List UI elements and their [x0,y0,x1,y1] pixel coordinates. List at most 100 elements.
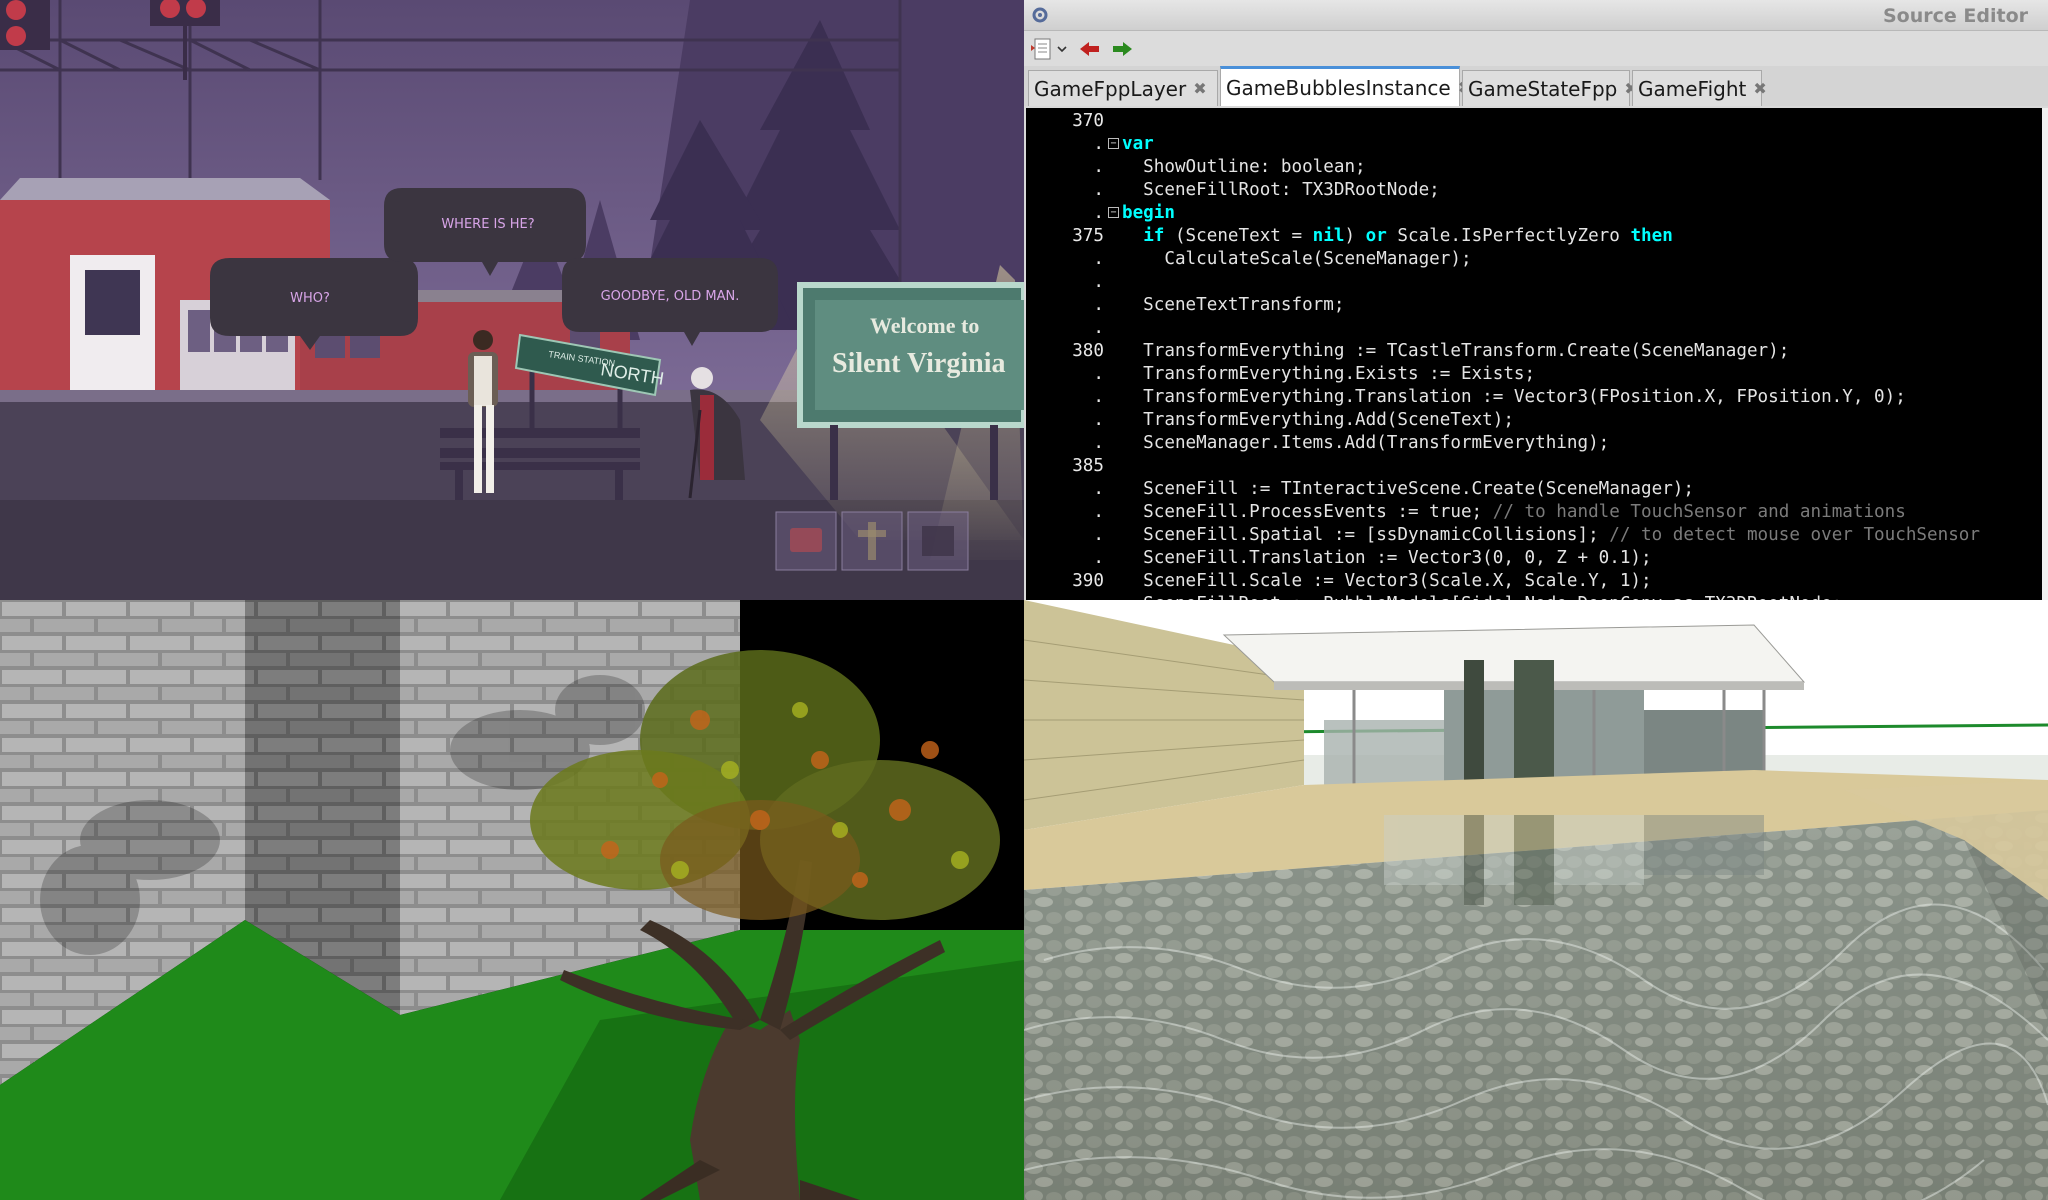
close-icon[interactable]: ✖ [1753,79,1766,98]
code-token: SceneFill.ProcessEvents := true; [1122,502,1493,522]
line-number: . [1093,157,1104,177]
code-line[interactable]: . SceneFill.ProcessEvents := true; // to… [1026,501,2026,524]
back-arrow-icon[interactable] [1076,35,1104,63]
editor-tab-bar: GameFppLayer ✖ GameBubblesInstance ✖ Gam… [1024,66,2048,106]
code-text: SceneManager.Items.Add(TransformEverythi… [1122,432,1609,455]
tab-label: GameFppLayer [1034,76,1187,101]
line-number: . [1093,318,1104,338]
code-line[interactable]: . SceneFill.Translation := Vector3(0, 0,… [1026,547,2026,570]
code-token: SceneFill := TInteractiveScene.Create(Sc… [1122,479,1694,499]
window-title: Source Editor [1883,5,2028,27]
code-line[interactable]: 375 if (SceneText = nil) or Scale.IsPerf… [1026,225,2026,248]
line-number: . [1093,433,1104,453]
billboard-line2: Silent Virginia [832,348,1005,379]
code-editor[interactable]: 370. − var. ShowOutline: boolean;. SceneFi… [1026,108,2048,600]
source-editor-window: Source Editor GameFppLayer ✖ GameBubbles… [1024,0,2048,600]
code-token: SceneFill.Scale := Vector3(Scale.X, Scal… [1122,571,1652,591]
bubble-where-text: WHERE IS HE? [441,217,534,232]
code-token: SceneFillRoot: TX3DRootNode; [1122,180,1440,200]
code-text: CalculateScale(SceneManager); [1122,248,1472,271]
vertical-scrollbar[interactable] [2042,108,2048,600]
code-text: if (SceneText = nil) or Scale.IsPerfectl… [1122,225,1673,248]
code-line[interactable]: . SceneFillRoot: TX3DRootNode; [1026,179,2026,202]
line-number: . [1093,203,1104,223]
code-text: SceneFillRoot := BubbleModels[Side].Node… [1122,593,1842,600]
code-line[interactable]: 385 [1026,455,2026,478]
bubble-goodbye-text: GOODBYE, OLD MAN. [601,289,740,304]
code-line[interactable]: . SceneTextTransform; [1026,294,2026,317]
code-line[interactable]: . TransformEverything.Translation := Vec… [1026,386,2026,409]
code-line[interactable]: 370 [1026,110,2026,133]
code-line[interactable]: . SceneFill.Spatial := [ssDynamicCollisi… [1026,524,2026,547]
code-line[interactable]: . [1026,271,2026,294]
editor-toolbar [1024,31,2048,67]
fold-toggle-icon[interactable]: − [1108,207,1119,218]
code-token: TransformEverything := TCastleTransform.… [1122,341,1790,361]
code-text: TransformEverything.Translation := Vecto… [1122,386,1906,409]
code-token: CalculateScale(SceneManager); [1122,249,1472,269]
close-icon[interactable]: ✖ [1193,79,1206,98]
forward-arrow-icon[interactable] [1108,35,1136,63]
code-token: Scale.IsPerfectlyZero [1386,226,1631,246]
pool-pavilion-scene [1024,600,2048,1200]
code-text: TransformEverything.Exists := Exists; [1122,363,1535,386]
code-line[interactable]: . TransformEverything.Add(SceneText); [1026,409,2026,432]
line-number: . [1093,525,1104,545]
document-list-icon[interactable] [1028,35,1056,63]
line-number: . [1093,180,1104,200]
code-line[interactable]: . ShowOutline: boolean; [1026,156,2026,179]
code-line[interactable]: . [1026,317,2026,340]
code-text: var [1122,133,1154,156]
code-line[interactable]: 390 SceneFill.Scale := Vector3(Scale.X, … [1026,570,2026,593]
code-text: begin [1122,202,1175,225]
adventure-game-screenshot: TRAIN STATION NORTH Welcome to Silent Vi… [0,0,1024,600]
code-keyword: then [1630,226,1673,246]
bubble-who-text: WHO? [290,291,330,306]
code-line[interactable]: . CalculateScale(SceneManager); [1026,248,2026,271]
tab-gamefpplayer[interactable]: GameFppLayer ✖ [1028,70,1218,106]
code-token: SceneFill.Spatial := [ssDynamicCollision… [1122,525,1610,545]
code-text: SceneFill.Scale := Vector3(Scale.X, Scal… [1122,570,1652,593]
code-line[interactable]: . SceneManager.Items.Add(TransformEveryt… [1026,432,2026,455]
code-token: TransformEverything.Translation := Vecto… [1122,387,1906,407]
line-number: 385 [1072,456,1104,476]
code-keyword: if [1143,226,1165,246]
code-token: SceneFill.Translation := Vector3(0, 0, Z… [1122,548,1652,568]
fold-toggle-icon[interactable]: − [1108,138,1119,149]
line-number: . [1093,502,1104,522]
tab-label: GameStateFpp [1468,76,1618,101]
adventure-game-scene: TRAIN STATION NORTH Welcome to Silent Vi… [0,0,1024,600]
line-number: . [1093,410,1104,430]
code-token: (SceneText = [1164,226,1313,246]
code-text: ShowOutline: boolean; [1122,156,1365,179]
code-comment: // to detect mouse over TouchSensor [1609,525,1980,545]
tab-label: GameFight [1638,76,1747,101]
inventory-bar[interactable] [775,511,969,571]
tab-gamebubblesinstance[interactable]: GameBubblesInstance ✖ [1220,66,1471,106]
code-token: ) [1344,226,1366,246]
code-token: SceneTextTransform; [1122,295,1345,315]
code-line[interactable]: 380 TransformEverything := TCastleTransf… [1026,340,2026,363]
tree-scene-screenshot [0,600,1024,1200]
code-line[interactable]: . TransformEverything.Exists := Exists; [1026,363,2026,386]
tab-gamestatefpp[interactable]: GameStateFpp ✖ [1462,70,1638,106]
courtyard-tree-scene [0,600,1024,1200]
line-number: 390 [1072,571,1104,591]
code-token: SceneManager.Items.Add(TransformEverythi… [1122,433,1610,453]
billboard-line1: Welcome to [870,313,979,338]
code-text: SceneFill := TInteractiveScene.Create(Sc… [1122,478,1694,501]
line-number: 380 [1072,341,1104,361]
dropdown-chevron-icon[interactable] [1054,35,1070,63]
pool-scene-screenshot [1024,600,2048,1200]
code-line[interactable]: . SceneFill := TInteractiveScene.Create(… [1026,478,2026,501]
line-number: . [1093,272,1104,292]
tab-gamefight[interactable]: GameFight ✖ [1632,70,1767,106]
code-line[interactable]: . SceneFillRoot := BubbleModels[Side].No… [1026,593,2026,600]
code-line[interactable]: . − var [1026,133,2026,156]
line-number: . [1093,479,1104,499]
code-text: SceneFillRoot: TX3DRootNode; [1122,179,1440,202]
line-number: . [1093,295,1104,315]
code-text: TransformEverything := TCastleTransform.… [1122,340,1789,363]
code-line[interactable]: . − begin [1026,202,2026,225]
